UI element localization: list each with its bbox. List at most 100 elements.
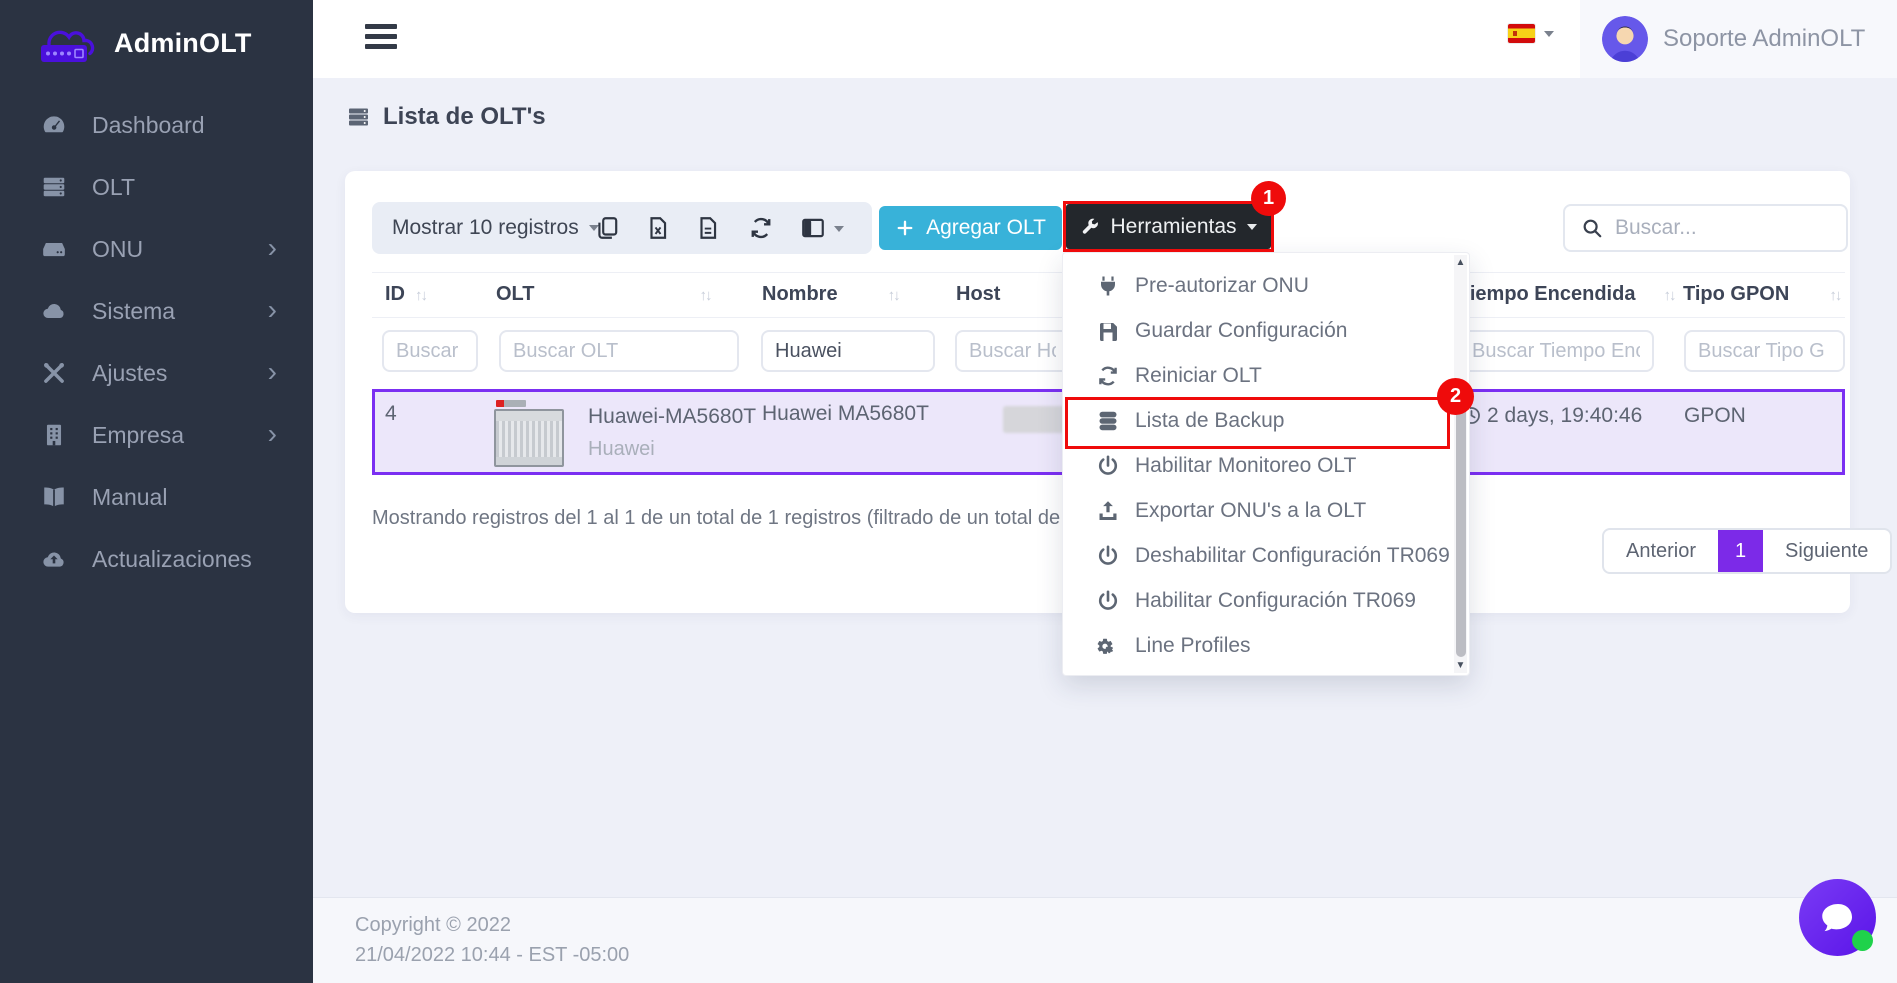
filter-tipo-input[interactable] [1684, 330, 1845, 372]
sidebar-item-actualizaciones[interactable]: Actualizaciones [0, 528, 313, 590]
caret-down-icon [1247, 224, 1257, 230]
sidebar-item-label: Actualizaciones [92, 546, 252, 573]
brand-name: AdminOLT [114, 28, 252, 59]
herramientas-button[interactable]: Herramientas [1066, 204, 1271, 249]
sidebar-item-label: Manual [92, 484, 167, 511]
cell-olt-name: Huawei-MA5680T [588, 405, 756, 429]
search-input[interactable] [1615, 216, 1815, 240]
filter-olt-input[interactable] [499, 330, 739, 372]
refresh-icon[interactable] [748, 215, 774, 241]
sidebar-item-empresa[interactable]: Empresa › [0, 404, 313, 466]
column-header-host[interactable]: Host [956, 283, 1000, 306]
sidebar-item-ajustes[interactable]: Ajustes › [0, 342, 313, 404]
save-icon [1096, 319, 1120, 343]
sort-icon: ↑↓ [1663, 287, 1674, 304]
dropdown-scrollbar[interactable]: ▲ ▼ [1454, 255, 1467, 673]
cogs-icon [1096, 634, 1120, 658]
sidebar-toggle-button[interactable] [365, 24, 397, 54]
caret-down-icon[interactable] [834, 226, 844, 232]
filter-host-input[interactable] [955, 330, 1070, 372]
server-icon [345, 105, 372, 129]
topbar: Soporte AdminOLT [313, 0, 1897, 78]
cell-nombre: Huawei MA5680T [762, 402, 929, 426]
cell-id: 4 [385, 402, 397, 426]
sidebar-item-olt[interactable]: OLT [0, 156, 313, 218]
olt-device-image [494, 400, 568, 468]
adminolt-app: AdminOLT Dashboard OLT ONU › Sistema › [0, 0, 1897, 983]
page-title-text: Lista de OLT's [383, 103, 546, 131]
router-cloud-logo-icon [36, 20, 100, 66]
scroll-up-icon[interactable]: ▲ [1454, 257, 1467, 268]
column-header-tipo-gpon[interactable]: Tipo GPON↑↓ [1683, 283, 1840, 306]
building-icon [38, 422, 70, 448]
server-icon [38, 174, 70, 200]
sidebar-item-label: Ajustes [92, 360, 167, 387]
menu-item-habilitar-monitoreo-olt[interactable]: Habilitar Monitoreo OLT [1063, 443, 1469, 488]
annotation-box-step2 [1065, 397, 1450, 449]
sort-icon: ↑↓ [1829, 287, 1840, 304]
column-visibility-icon[interactable] [800, 215, 826, 241]
pagination-current-page[interactable]: 1 [1718, 530, 1763, 572]
annotation-badge-1: 1 [1251, 181, 1286, 216]
brand-logo[interactable]: AdminOLT [0, 0, 313, 66]
upload-icon [1096, 499, 1120, 523]
pagination: Anterior 1 Siguiente [1602, 528, 1892, 574]
column-header-id[interactable]: ID↑↓ [385, 283, 426, 306]
sort-icon: ↑↓ [700, 287, 711, 304]
pagination-prev-button[interactable]: Anterior [1604, 530, 1718, 572]
cell-tipo-gpon: GPON [1684, 404, 1746, 428]
menu-item-exportar-onus-a-la-olt[interactable]: Exportar ONU's a la OLT [1063, 488, 1469, 533]
search-icon [1581, 217, 1603, 239]
page-length-dropdown[interactable]: Mostrar 10 registros [392, 202, 599, 254]
column-header-olt[interactable]: OLT↑↓ [496, 283, 711, 306]
herramientas-label: Herramientas [1110, 215, 1236, 239]
column-header-nombre[interactable]: Nombre↑↓ [762, 283, 899, 306]
sidebar-item-label: OLT [92, 174, 135, 201]
refresh-icon [1096, 364, 1120, 388]
agregar-olt-label: Agregar OLT [926, 216, 1046, 240]
menu-item-deshabilitar-configuracion-tr069[interactable]: Deshabilitar Configuración TR069 [1063, 533, 1469, 578]
sidebar-item-onu[interactable]: ONU › [0, 218, 313, 280]
book-icon [38, 484, 70, 510]
menu-item-habilitar-configuracion-tr069[interactable]: Habilitar Configuración TR069 [1063, 578, 1469, 623]
copyright-text: Copyright © 2022 [355, 914, 511, 937]
sidebar-item-sistema[interactable]: Sistema › [0, 280, 313, 342]
file-export-icon[interactable] [695, 215, 721, 241]
agregar-olt-button[interactable]: Agregar OLT [879, 206, 1062, 250]
footer-datetime: 21/04/2022 10:44 - EST -05:00 [355, 944, 629, 967]
column-header-tiempo-encendida[interactable]: Tiempo Encendida↑↓ [1458, 283, 1674, 306]
chevron-right-icon: › [268, 234, 277, 262]
filter-nombre-input[interactable] [761, 330, 935, 372]
plus-icon [895, 218, 915, 238]
table-info-text: Mostrando registros del 1 al 1 de un tot… [372, 507, 1166, 530]
scrollbar-thumb[interactable] [1456, 385, 1466, 657]
sort-icon: ↑↓ [888, 287, 899, 304]
cell-tiempo-encendida: 2 days, 19:40:46 [1487, 404, 1642, 428]
menu-item-guardar-configuracion[interactable]: Guardar Configuración [1063, 308, 1469, 353]
copy-icon[interactable] [594, 215, 620, 241]
sidebar-item-label: Empresa [92, 422, 184, 449]
menu-item-reiniciar-olt[interactable]: Reiniciar OLT [1063, 353, 1469, 398]
power-icon [1096, 589, 1120, 613]
user-menu[interactable]: Soporte AdminOLT [1580, 0, 1897, 78]
caret-down-icon [1544, 31, 1554, 37]
footer: Copyright © 2022 21/04/2022 10:44 - EST … [313, 897, 1897, 983]
sidebar-item-manual[interactable]: Manual [0, 466, 313, 528]
menu-item-pre-autorizar-onu[interactable]: Pre-autorizar ONU [1063, 263, 1469, 308]
excel-export-icon[interactable] [645, 215, 671, 241]
annotation-badge-2: 2 [1437, 378, 1474, 415]
power-icon [1096, 454, 1120, 478]
filter-id-input[interactable] [382, 330, 478, 372]
chevron-right-icon: › [268, 420, 277, 448]
language-selector[interactable] [1508, 24, 1554, 43]
menu-item-line-profiles[interactable]: Line Profiles [1063, 623, 1469, 668]
hdd-icon [38, 236, 70, 262]
sidebar-item-dashboard[interactable]: Dashboard [0, 94, 313, 156]
filter-tiempo-input[interactable] [1458, 330, 1654, 372]
chevron-right-icon: › [268, 296, 277, 324]
cloud-icon [38, 298, 70, 324]
pagination-next-button[interactable]: Siguiente [1763, 530, 1890, 572]
sidebar: AdminOLT Dashboard OLT ONU › Sistema › [0, 0, 313, 983]
scroll-down-icon[interactable]: ▼ [1454, 660, 1467, 671]
cell-olt-brand: Huawei [588, 438, 655, 461]
